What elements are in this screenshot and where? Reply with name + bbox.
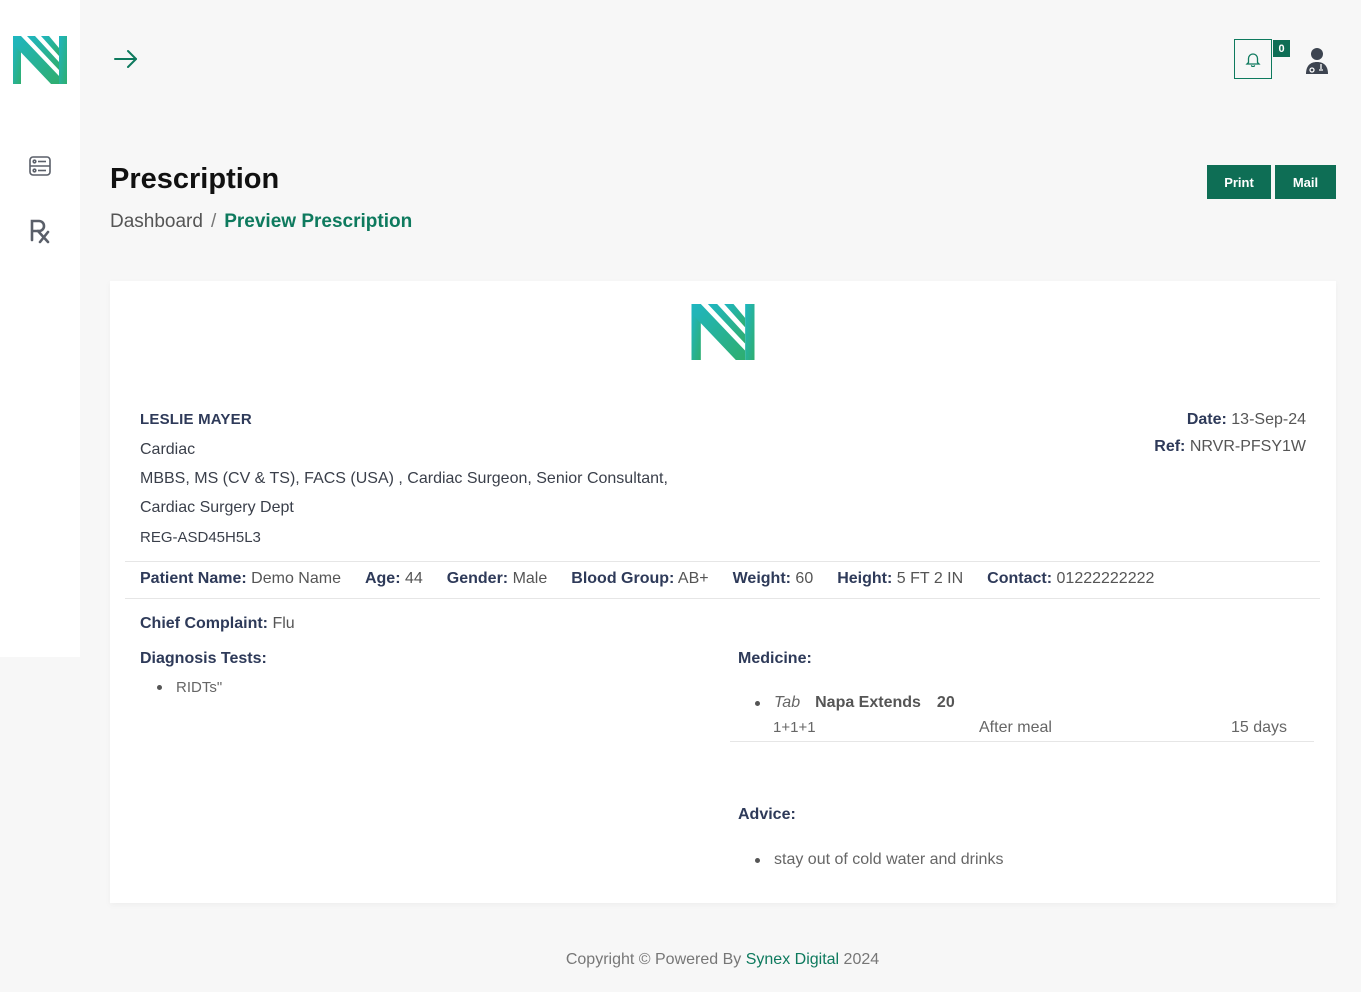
doctor-avatar-icon[interactable] (1304, 47, 1330, 80)
medicine-heading: Medicine: (738, 650, 812, 667)
medicine-divider (730, 741, 1314, 742)
bell-icon (1245, 53, 1261, 67)
footer-brand-link[interactable]: Synex Digital (746, 951, 839, 968)
divider (125, 561, 1320, 562)
advice-heading: Advice: (738, 806, 796, 823)
medicine-strength: 20 (936, 694, 955, 711)
prescription-card: LESLIE MAYER Cardiac MBBS, MS (CV & TS),… (110, 281, 1336, 903)
prescription-rx-icon[interactable] (28, 218, 52, 249)
medicine-dose: 1+1+1 (773, 719, 816, 736)
ref-label: Ref: (1154, 438, 1186, 455)
chief-complaint: Chief Complaint: Flu (140, 615, 295, 632)
date-label: Date: (1186, 411, 1227, 428)
doctor-qualifications: MBBS, MS (CV & TS), FACS (USA) , Cardiac… (140, 470, 668, 487)
medicine-duration: 15 days (1231, 719, 1288, 736)
advice-item: stay out of cold water and drinks (755, 851, 1003, 869)
diagnosis-tests-heading: Diagnosis Tests: (140, 650, 267, 667)
sidebar-toggle-arrow-icon[interactable] (113, 47, 139, 76)
patient-contact: Contact: 01222222222 (987, 570, 1155, 587)
prescription-ref: Ref: NRVR-PFSY1W (1154, 438, 1306, 456)
divider (125, 598, 1320, 599)
page-title: Prescription (110, 163, 280, 195)
notification-count-badge: 0 (1273, 40, 1290, 57)
breadcrumb-separator: / (210, 211, 217, 232)
medicine-form: Tab (774, 694, 801, 711)
doctor-department: Cardiac (140, 441, 196, 458)
patient-weight: Weight: 60 (732, 570, 814, 587)
patient-info-row: Patient Name: Demo Name Age: 44 Gender: … (140, 570, 1154, 588)
patient-age: Age: 44 (364, 570, 423, 587)
brand-logo[interactable] (13, 36, 67, 89)
sidebar (0, 0, 80, 657)
footer-prefix: Copyright © Powered By (565, 951, 742, 968)
breadcrumb: Dashboard / Preview Prescription (110, 211, 412, 233)
footer: Copyright © Powered By Synex Digital 202… (0, 951, 1361, 969)
mail-button[interactable]: Mail (1275, 165, 1336, 199)
print-button[interactable]: Print (1207, 165, 1271, 199)
medicine-item: Tab Napa Extends 20 (755, 694, 955, 712)
medicine-timing: After meal (979, 719, 1052, 736)
ref-value: NRVR-PFSY1W (1189, 438, 1306, 455)
doctor-unit: Cardiac Surgery Dept (140, 499, 294, 516)
breadcrumb-dashboard-link[interactable]: Dashboard (110, 211, 203, 232)
medicine-name: Napa Extends (815, 694, 921, 711)
date-value: 13-Sep-24 (1231, 411, 1306, 428)
patient-height: Height: 5 FT 2 IN (837, 570, 964, 587)
patient-gender: Gender: Male (446, 570, 548, 587)
dashboard-list-icon[interactable] (28, 155, 52, 182)
footer-year: 2024 (843, 951, 880, 968)
prescription-date: Date: 13-Sep-24 (1187, 411, 1306, 429)
notification-button[interactable] (1234, 39, 1272, 79)
patient-name: Patient Name: Demo Name (140, 570, 341, 587)
diagnosis-test-item: RIDTs" (157, 679, 222, 696)
patient-blood-group: Blood Group: AB+ (571, 570, 709, 587)
doctor-registration: REG-ASD45H5L3 (140, 529, 261, 546)
doctor-name: LESLIE MAYER (140, 411, 252, 428)
card-brand-logo (690, 304, 756, 365)
breadcrumb-current: Preview Prescription (224, 211, 413, 232)
